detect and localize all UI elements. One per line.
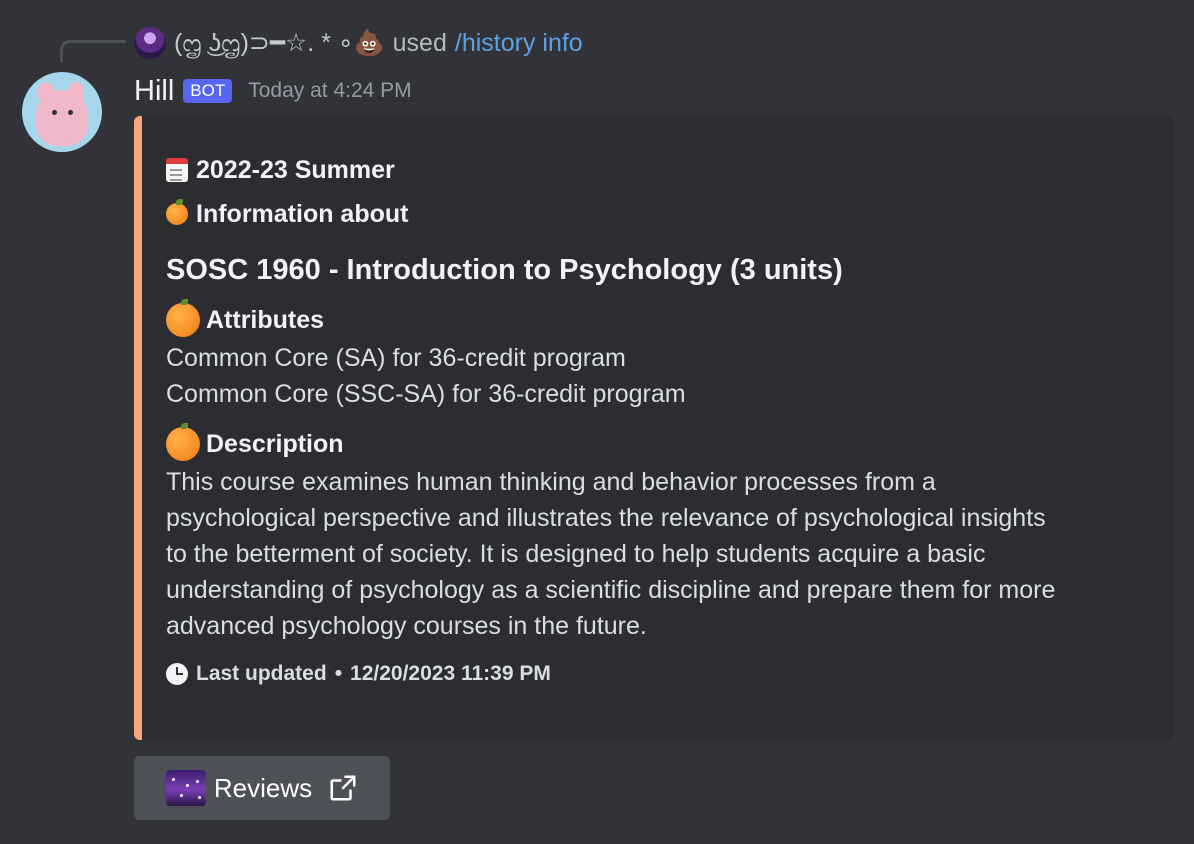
command-user-avatar[interactable] — [134, 27, 166, 59]
course-title: SOSC 1960 - Introduction to Psychology (… — [166, 254, 843, 286]
reviews-button-label: Reviews — [213, 772, 313, 803]
description-line: understanding of psychology as a scienti… — [166, 576, 1056, 604]
bot-badge: BOT — [183, 79, 233, 103]
info-header-text: Information about — [196, 199, 409, 228]
embed-content: 2022-23 Summer Information about SOSC 19… — [166, 152, 1150, 690]
field-description-name: Description — [166, 423, 1150, 464]
author-name[interactable]: Hill — [134, 75, 174, 108]
field-attributes-label: Attributes — [206, 305, 325, 334]
description-line: This course examines human thinking and … — [166, 468, 936, 496]
avatar-body — [36, 90, 88, 146]
footer-date: 12/20/2023 11:39 PM — [350, 662, 551, 685]
footer-label: Last updated — [196, 662, 327, 685]
attribute-line: Common Core (SA) for 36-credit program — [166, 344, 626, 372]
calendar-icon — [166, 158, 188, 182]
command-link[interactable]: /history info — [455, 29, 583, 58]
reviews-button[interactable]: Reviews — [134, 756, 390, 820]
reply-spine — [60, 40, 126, 62]
term-line: 2022-23 Summer — [166, 152, 1150, 188]
avatar-eye-left — [52, 110, 57, 115]
attribute-line: Common Core (SSC-SA) for 36-credit progr… — [166, 380, 686, 408]
info-line: Information about — [166, 196, 1150, 232]
description-line: to the betterment of society. It is desi… — [166, 540, 986, 568]
tangerine-icon — [166, 199, 188, 225]
term-text: 2022-23 Summer — [196, 155, 395, 184]
course-embed: 2022-23 Summer Information about SOSC 19… — [134, 116, 1174, 740]
command-reply-line: (ᦗ ͜ʖᦗ)⊃━☆. * ∘💩 used /history info — [134, 24, 583, 62]
field-attributes-name: Attributes — [166, 299, 1150, 340]
orange-icon — [166, 423, 200, 461]
footer-separator: • — [334, 662, 343, 685]
field-description-label: Description — [206, 429, 344, 458]
bot-avatar[interactable] — [22, 72, 102, 152]
used-text: used — [392, 28, 447, 57]
message-timestamp[interactable]: Today at 4:24 PM — [248, 79, 411, 103]
message-header: Hill BOT Today at 4:24 PM — [134, 72, 412, 110]
field-attributes-value: Common Core (SA) for 36-credit program C… — [166, 340, 1150, 412]
milky-way-icon — [165, 770, 206, 806]
discord-message-view: (ᦗ ͜ʖᦗ)⊃━☆. * ∘💩 used /history info Hill… — [0, 0, 1194, 844]
command-user-name[interactable]: (ᦗ ͜ʖᦗ)⊃━☆. * ∘💩 — [174, 28, 385, 59]
embed-footer: Last updated • 12/20/2023 11:39 PM — [166, 658, 1150, 690]
description-line: advanced psychology courses in the futur… — [166, 612, 647, 640]
external-link-icon — [330, 775, 356, 801]
orange-icon — [166, 299, 200, 337]
avatar-eye-right — [68, 110, 73, 115]
description-line: psychological perspective and illustrate… — [166, 504, 1046, 532]
clock-icon — [166, 663, 188, 685]
field-description-value: This course examines human thinking and … — [166, 464, 1150, 644]
